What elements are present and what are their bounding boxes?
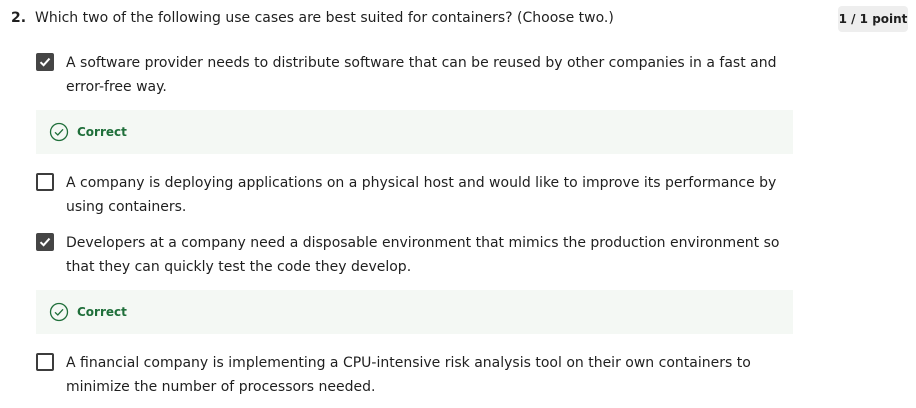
checkbox-unchecked[interactable] [36,353,54,371]
checkmark-icon [39,237,51,247]
checkbox-checked[interactable] [36,53,54,71]
question-text: Which two of the following use cases are… [35,10,614,26]
check-circle-icon [49,302,69,322]
checkbox-unchecked[interactable] [36,173,54,191]
question-number: 2. [11,10,27,26]
feedback-correct: Correct [36,290,793,334]
score-badge: 1 / 1 point [838,6,908,32]
feedback-label: Correct [77,125,127,139]
feedback-correct: Correct [36,110,793,154]
option-label: Developers at a company need a disposabl… [66,235,780,275]
option-label: A company is deploying applications on a… [66,175,777,215]
checkbox-checked[interactable] [36,233,54,251]
option-label: A software provider needs to distribute … [66,55,777,95]
feedback-label: Correct [77,305,127,319]
checkmark-icon [39,57,51,67]
option-label: A financial company is implementing a CP… [66,355,751,395]
check-circle-icon [49,122,69,142]
